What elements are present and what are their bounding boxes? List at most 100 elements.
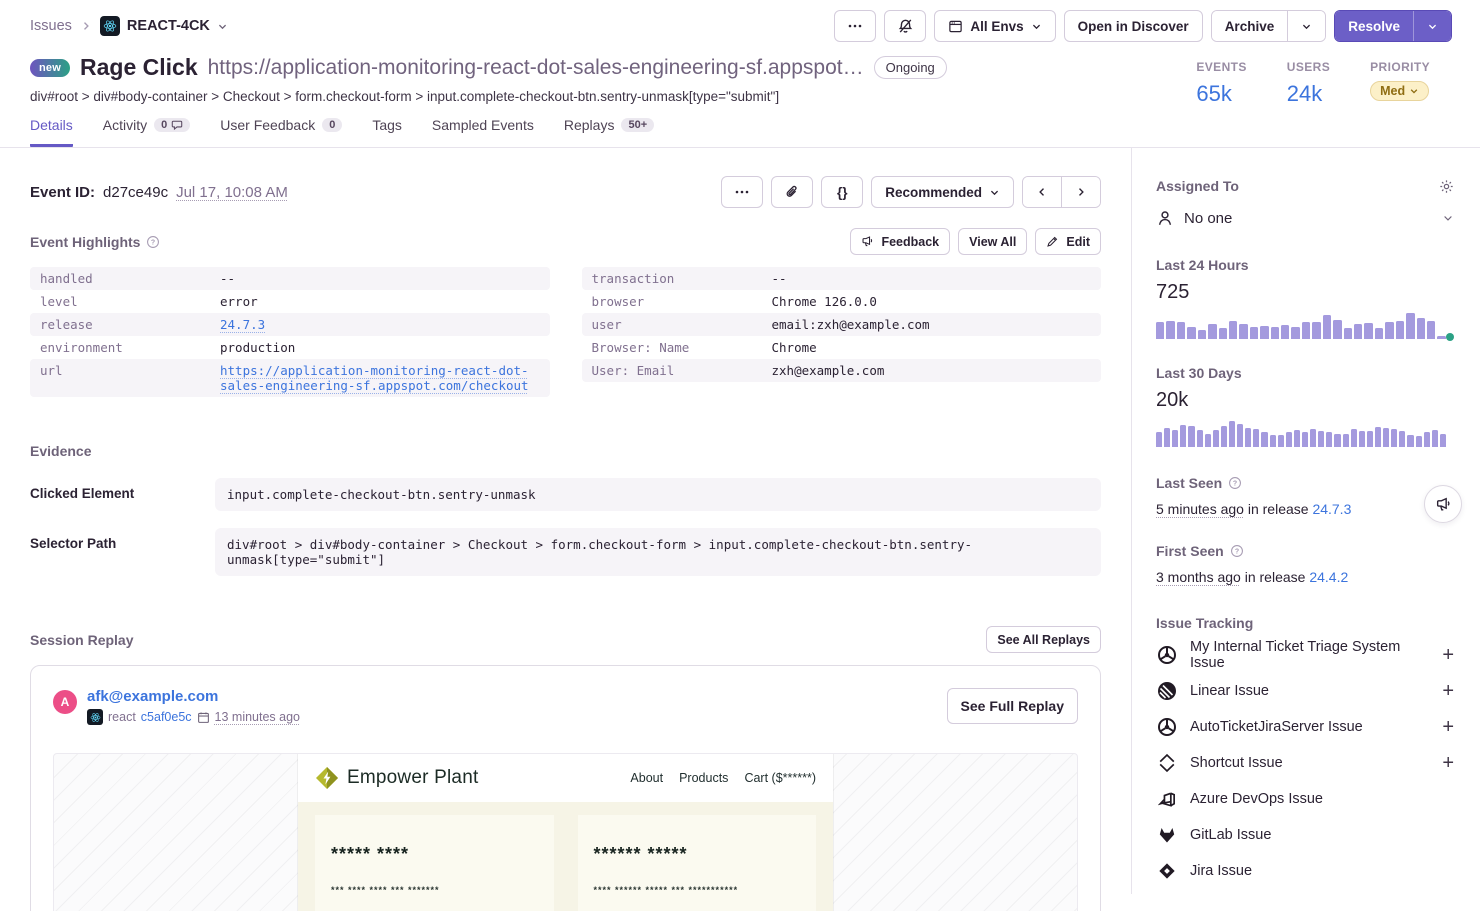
chart-bar bbox=[1312, 322, 1320, 339]
issue-tracking-item[interactable]: Jira Issue bbox=[1156, 853, 1454, 889]
main-content: Event ID: d27ce49c Jul 17, 10:08 AM {} R… bbox=[0, 148, 1132, 894]
last-seen-time[interactable]: 5 minutes ago bbox=[1156, 501, 1244, 517]
gear-icon[interactable] bbox=[1439, 179, 1454, 194]
evidence-section: Evidence Clicked Element input.complete-… bbox=[30, 443, 1101, 576]
tab[interactable]: Activity 0 bbox=[103, 117, 190, 147]
previous-event-button[interactable] bbox=[1023, 177, 1061, 207]
issue-stats: EVENTS 65k USERS 24k PRIORITY Med bbox=[1196, 54, 1430, 107]
question-circle-icon: ? bbox=[146, 235, 160, 249]
event-timestamp[interactable]: Jul 17, 10:08 AM bbox=[176, 184, 288, 201]
events-count[interactable]: 65k bbox=[1196, 81, 1246, 107]
highlight-key: user bbox=[592, 317, 772, 332]
issue-tracking-label: GitLab Issue bbox=[1190, 827, 1454, 843]
chart-bar bbox=[1237, 424, 1243, 447]
environment-filter-button[interactable]: All Envs bbox=[934, 10, 1055, 42]
assignee-dropdown[interactable]: No one bbox=[1156, 209, 1454, 227]
replay-time-ago[interactable]: 13 minutes ago bbox=[215, 710, 300, 724]
first-seen-release-link[interactable]: 24.4.2 bbox=[1309, 569, 1348, 585]
chart-bar bbox=[1351, 429, 1357, 447]
event-more-options-button[interactable] bbox=[721, 176, 763, 208]
resolve-button[interactable]: Resolve bbox=[1335, 11, 1413, 41]
edit-highlights-button[interactable]: Edit bbox=[1035, 228, 1101, 255]
chart-bar bbox=[1333, 320, 1341, 339]
chart-bar bbox=[1294, 430, 1300, 447]
chart-bar bbox=[1229, 321, 1237, 339]
last-24-hours-title: Last 24 Hours bbox=[1156, 257, 1249, 273]
issue-tracking-item[interactable]: GitLab Issue bbox=[1156, 817, 1454, 853]
chart-bar bbox=[1359, 431, 1365, 447]
highlight-value: zxh@example.com bbox=[772, 363, 885, 378]
person-icon bbox=[1156, 209, 1174, 227]
recommended-event-dropdown[interactable]: Recommended bbox=[871, 176, 1014, 208]
chart-bar bbox=[1375, 427, 1381, 447]
tab[interactable]: Replays 50+ bbox=[564, 117, 654, 147]
issue-tracking-item[interactable]: Azure DevOps Issue bbox=[1156, 781, 1454, 817]
replay-user-link[interactable]: afk@example.com bbox=[87, 688, 300, 705]
resolve-dropdown-button[interactable] bbox=[1413, 11, 1451, 41]
last-seen-release-link[interactable]: 24.7.3 bbox=[1312, 501, 1351, 517]
chart-bar bbox=[1310, 429, 1316, 447]
archive-button[interactable]: Archive bbox=[1212, 11, 1288, 41]
highlight-value: Chrome 126.0.0 bbox=[772, 294, 877, 309]
evidence-label: Selector Path bbox=[30, 528, 215, 551]
issue-tracking-item[interactable]: Linear Issue + bbox=[1156, 673, 1454, 709]
chevron-down-icon bbox=[1442, 212, 1454, 224]
issue-selector-subtitle: div#root > div#body-container > Checkout… bbox=[30, 89, 947, 104]
masked-product-title: ***** **** bbox=[331, 844, 538, 865]
tab[interactable]: Tags bbox=[372, 117, 402, 147]
masked-product-title: ****** ***** bbox=[594, 844, 801, 865]
floating-feedback-button[interactable] bbox=[1424, 485, 1462, 523]
chart-bar bbox=[1432, 430, 1438, 447]
chart-bar bbox=[1253, 429, 1259, 447]
add-issue-link-button[interactable]: + bbox=[1442, 645, 1454, 665]
mute-bell-icon-button[interactable] bbox=[884, 10, 926, 42]
next-event-button[interactable] bbox=[1061, 177, 1100, 207]
issue-tracking-item[interactable]: My Internal Ticket Triage System Issue + bbox=[1156, 637, 1454, 673]
new-badge: new bbox=[30, 59, 70, 77]
replay-preview[interactable]: Empower Plant AboutProductsCart ($******… bbox=[53, 753, 1078, 911]
breadcrumb-issues-link[interactable]: Issues bbox=[30, 18, 72, 34]
issue-tracking-list: My Internal Ticket Triage System Issue + bbox=[1156, 637, 1454, 889]
see-all-replays-button[interactable]: See All Replays bbox=[986, 626, 1101, 653]
replay-id-link[interactable]: c5af0e5c bbox=[141, 710, 192, 724]
users-label: USERS bbox=[1287, 60, 1330, 74]
chart-bar bbox=[1261, 432, 1267, 447]
tab[interactable]: Sampled Events bbox=[432, 117, 534, 147]
tab[interactable]: Details bbox=[30, 117, 73, 147]
see-full-replay-button[interactable]: See Full Replay bbox=[947, 688, 1078, 724]
event-id-row: Event ID: d27ce49c Jul 17, 10:08 AM bbox=[30, 184, 288, 201]
highlight-value: Chrome bbox=[772, 340, 817, 355]
chart-bar bbox=[1396, 321, 1404, 339]
view-all-button[interactable]: View All bbox=[958, 228, 1027, 255]
tab[interactable]: User Feedback 0 bbox=[220, 117, 342, 147]
highlight-key: environment bbox=[40, 340, 220, 355]
add-issue-link-button[interactable]: + bbox=[1442, 717, 1454, 737]
issue-tracking-item[interactable]: AutoTicketJiraServer Issue + bbox=[1156, 709, 1454, 745]
open-in-discover-button[interactable]: Open in Discover bbox=[1064, 10, 1203, 42]
project-selector[interactable]: REACT-4CK bbox=[100, 16, 228, 36]
last-30-days-chart bbox=[1156, 420, 1454, 447]
issue-tracking-item[interactable]: Shortcut Issue + bbox=[1156, 745, 1454, 781]
chart-bar bbox=[1343, 434, 1349, 448]
svg-text:?: ? bbox=[1235, 549, 1239, 556]
feedback-button[interactable]: Feedback bbox=[850, 228, 950, 255]
chart-bar bbox=[1383, 428, 1389, 447]
highlight-value: 24.7.3 bbox=[220, 317, 265, 332]
chevron-down-icon bbox=[1301, 21, 1312, 32]
priority-dropdown[interactable]: Med bbox=[1370, 81, 1429, 101]
breadcrumb: Issues REACT-4CK bbox=[30, 16, 228, 36]
chevron-down-icon bbox=[1031, 21, 1042, 32]
highlight-row: user email:zxh@example.com bbox=[582, 313, 1102, 336]
add-issue-link-button[interactable]: + bbox=[1442, 681, 1454, 701]
first-seen-time[interactable]: 3 months ago bbox=[1156, 569, 1241, 585]
chart-bar bbox=[1318, 431, 1324, 447]
view-json-button[interactable]: {} bbox=[821, 176, 863, 208]
archive-dropdown-button[interactable] bbox=[1287, 11, 1325, 41]
add-issue-link-button[interactable]: + bbox=[1442, 753, 1454, 773]
more-options-button[interactable] bbox=[834, 10, 876, 42]
chart-bar bbox=[1281, 325, 1289, 339]
chart-bar bbox=[1375, 328, 1383, 339]
users-count[interactable]: 24k bbox=[1287, 81, 1330, 107]
attachments-paperclip-button[interactable] bbox=[771, 176, 813, 208]
masked-product-description: **** ****** ***** *** *********** bbox=[594, 885, 801, 895]
